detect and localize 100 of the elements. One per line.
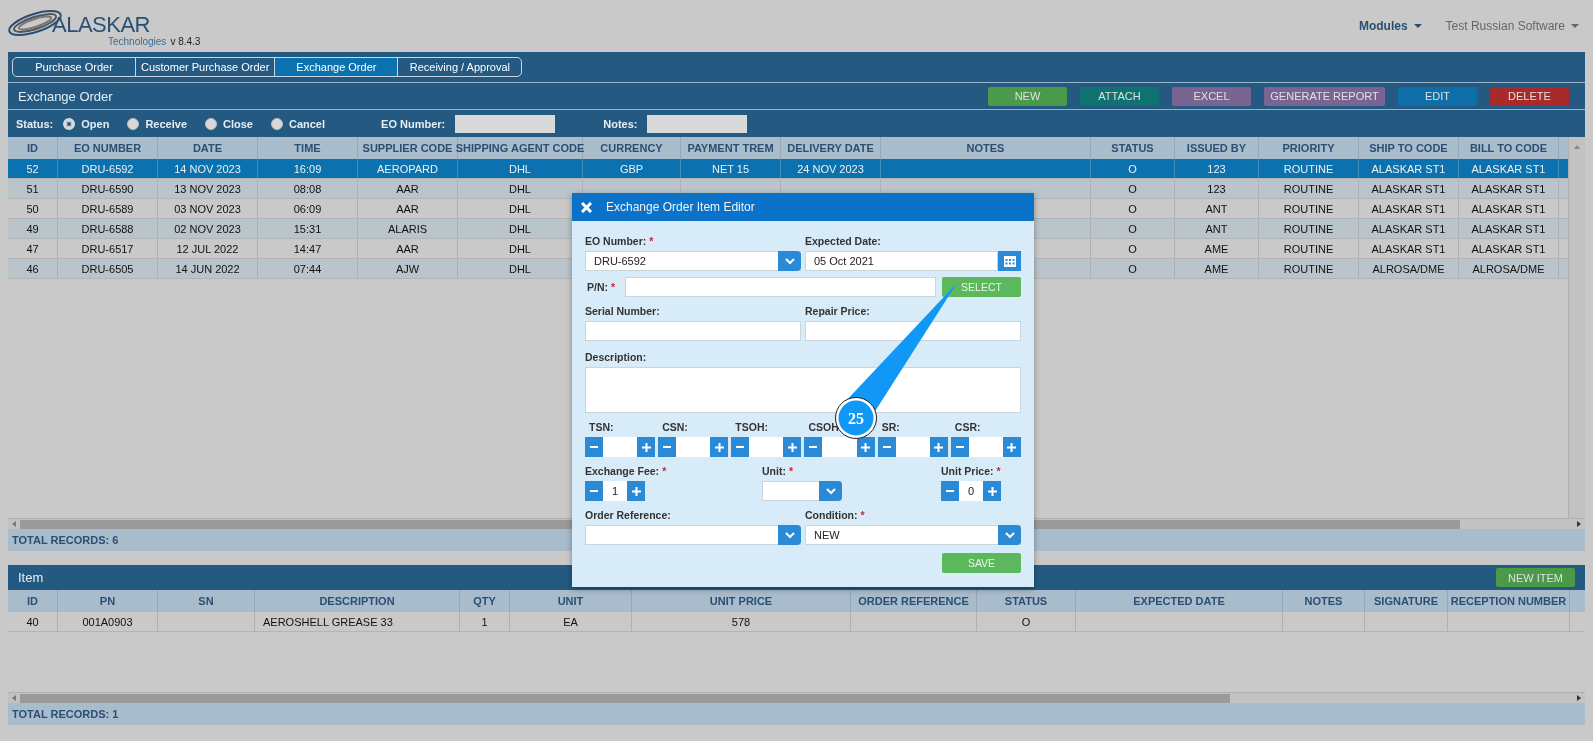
field-label: CSR:	[953, 421, 981, 434]
table-cell: 06:09	[293, 202, 322, 215]
filter-label: Notes:	[603, 117, 638, 130]
field-label: CSN:	[661, 421, 688, 434]
table-cell: AAR	[396, 242, 419, 255]
table-cell: O	[1128, 182, 1137, 195]
field-label: Exchange Fee: *	[585, 465, 667, 478]
table-cell: ROUTINE	[1283, 202, 1334, 215]
table-cell: 123	[1207, 162, 1226, 175]
table-cell: O	[1128, 222, 1137, 235]
table-cell: DHL	[509, 162, 531, 175]
table-cell: AME	[1204, 242, 1229, 255]
table-cell: ALASKAR ST1	[1371, 162, 1446, 175]
table-cell: 14 JUN 2022	[175, 262, 240, 275]
panel-title: Exchange Order	[18, 88, 113, 104]
table-cell: DRU-6589	[81, 202, 134, 215]
table-cell: ROUTINE	[1283, 162, 1334, 175]
table-cell: 51	[26, 182, 39, 195]
table-cell: ALROSA/DME	[1472, 262, 1545, 275]
table-cell: 15:31	[293, 222, 322, 235]
table-cell: DHL	[509, 202, 531, 215]
table-cell: O	[1128, 242, 1137, 255]
total-records: TOTAL RECORDS: 6	[12, 534, 119, 546]
field-label: Repair Price:	[805, 305, 870, 318]
table-cell: DRU-6588	[81, 222, 134, 235]
table-cell: ALASKAR ST1	[1371, 242, 1446, 255]
table-cell: AAR	[396, 202, 419, 215]
field-label: Description:	[585, 351, 647, 364]
table-cell: ALASKAR ST1	[1371, 182, 1446, 195]
field-label: EO Number: *	[585, 235, 654, 248]
table-cell: O	[1128, 162, 1137, 175]
field-label: Order Reference:	[585, 509, 671, 522]
table-cell: 50	[26, 202, 39, 215]
table-cell: 52	[26, 162, 39, 175]
table-cell: 12 JUL 2022	[176, 242, 239, 255]
table-cell: GBP	[619, 162, 644, 175]
table-cell: 1	[481, 615, 488, 628]
table-cell: ROUTINE	[1283, 182, 1334, 195]
total-records: TOTAL RECORDS: 1	[12, 708, 119, 720]
table-cell: ANT	[1205, 202, 1228, 215]
field-label: Condition: *	[805, 509, 865, 522]
field-label: Serial Number:	[585, 305, 660, 318]
field-label: Unit: *	[762, 465, 793, 478]
logo-text: ALASKAR	[52, 13, 151, 36]
table-cell: DHL	[509, 182, 531, 195]
table-cell: 24 NOV 2023	[797, 162, 864, 175]
table-cell: DHL	[509, 242, 531, 255]
table-cell: ALASKAR ST1	[1471, 202, 1546, 215]
table-cell: 47	[26, 242, 39, 255]
table-cell: AEROSHELL GREASE 33	[263, 615, 393, 628]
table-cell: 07:44	[293, 262, 322, 275]
field-label: Expected Date:	[805, 235, 881, 248]
table-cell: O	[1128, 262, 1137, 275]
version-label: v 8.4.3	[170, 35, 201, 47]
table-cell: ALASKAR ST1	[1371, 222, 1446, 235]
table-cell: NET 15	[711, 162, 750, 175]
table-cell: 40	[26, 615, 39, 628]
logo-subtitle: Technologies	[108, 35, 167, 47]
table-cell: 08:08	[293, 182, 322, 195]
table-cell: AME	[1204, 262, 1229, 275]
table-cell: ANT	[1205, 222, 1228, 235]
table-cell: O	[1021, 615, 1031, 628]
table-cell: ALARIS	[387, 222, 428, 235]
status-label: Status:	[16, 117, 54, 130]
table-cell: DRU-6590	[81, 182, 134, 195]
table-cell: DRU-6505	[81, 262, 134, 275]
table-cell: ROUTINE	[1283, 222, 1334, 235]
table-cell: 123	[1207, 182, 1226, 195]
table-cell: 49	[26, 222, 39, 235]
field-label: P/N: *	[587, 280, 617, 294]
table-cell: 14:47	[293, 242, 322, 255]
table-cell: 578	[731, 615, 751, 628]
field-label: CSOH:	[807, 421, 843, 434]
table-cell: ALASKAR ST1	[1471, 182, 1546, 195]
table-cell: O	[1128, 202, 1137, 215]
table-cell: 46	[26, 262, 39, 275]
field-label: TSOH:	[734, 421, 768, 434]
table-cell: DHL	[509, 222, 531, 235]
table-cell: EA	[563, 615, 578, 628]
table-cell: DRU-6517	[81, 242, 134, 255]
field-label: Unit Price: *	[941, 465, 1001, 478]
field-label: TSN:	[588, 421, 614, 434]
table-cell: AAR	[396, 182, 419, 195]
table-cell: 14 NOV 2023	[174, 162, 241, 175]
table-cell: ALROSA/DME	[1372, 262, 1445, 275]
table-cell: AEROPARD	[377, 162, 438, 175]
table-cell: 001A0903	[82, 615, 133, 628]
table-cell: AJW	[395, 262, 420, 275]
filter-label: EO Number:	[381, 117, 446, 130]
table-cell: ROUTINE	[1283, 262, 1334, 275]
table-cell: ALASKAR ST1	[1371, 202, 1446, 215]
panel-title: Item	[18, 570, 44, 585]
table-cell: ROUTINE	[1283, 242, 1334, 255]
table-cell: 16:09	[293, 162, 322, 175]
field-label: SR:	[880, 421, 900, 434]
table-cell: ALASKAR ST1	[1471, 242, 1546, 255]
table-cell: DHL	[509, 262, 531, 275]
table-cell: ALASKAR ST1	[1471, 162, 1546, 175]
table-cell: 03 NOV 2023	[174, 202, 241, 215]
table-cell: ALASKAR ST1	[1471, 222, 1546, 235]
